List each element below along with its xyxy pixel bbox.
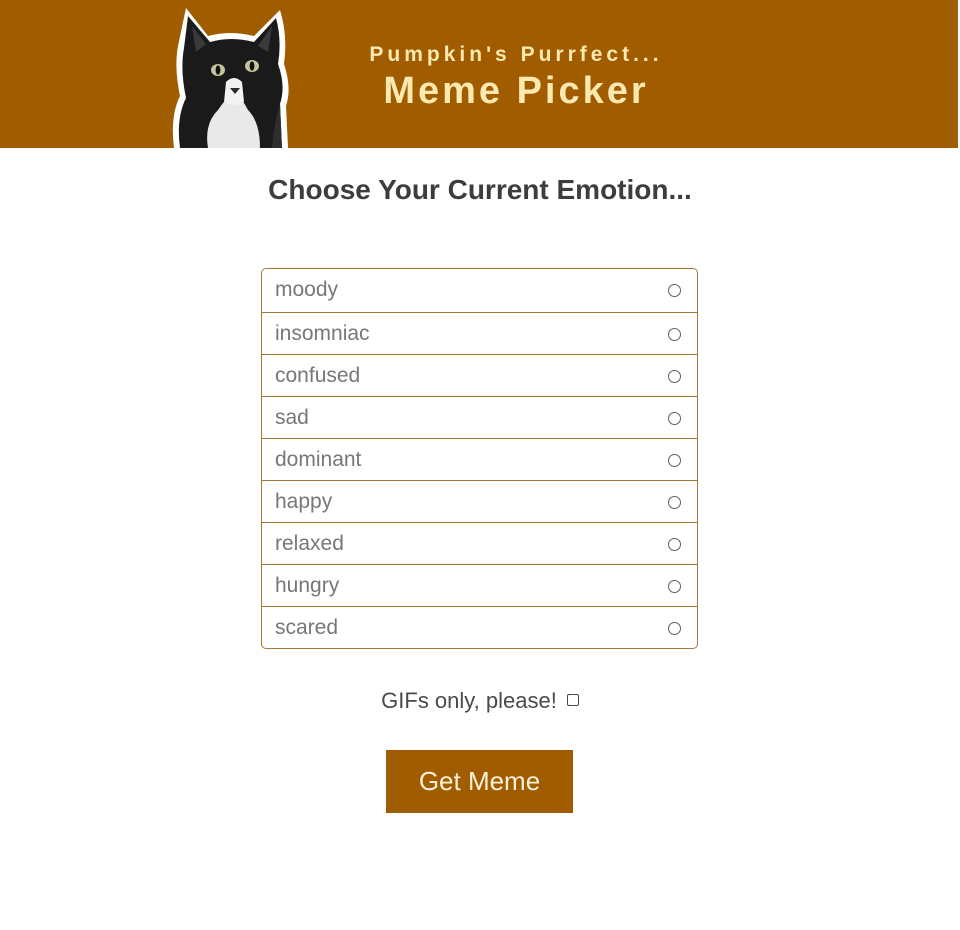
radio-button[interactable]	[668, 496, 681, 509]
radio-button[interactable]	[668, 328, 681, 341]
radio-button[interactable]	[668, 580, 681, 593]
gifs-only-label[interactable]: GIFs only, please!	[381, 688, 557, 713]
gifs-only-checkbox[interactable]	[566, 694, 579, 706]
radio-button[interactable]	[668, 622, 681, 635]
radio-button[interactable]	[668, 538, 681, 551]
emotion-option-insomniac[interactable]: insomniac	[262, 312, 697, 354]
radio-button[interactable]	[668, 412, 681, 425]
header-subtitle: Pumpkin's Purrfect...	[369, 43, 663, 66]
app-header: Pumpkin's Purrfect... Meme Picker	[0, 0, 958, 148]
header-title: Meme Picker	[383, 70, 649, 112]
emotion-option-happy[interactable]: happy	[262, 480, 697, 522]
emotion-label: scared	[275, 616, 339, 639]
emotion-option-scared[interactable]: scared	[262, 606, 697, 648]
emotion-label: confused	[275, 364, 361, 387]
emotion-label: hungry	[275, 574, 340, 597]
radio-button[interactable]	[668, 284, 681, 297]
emotion-label: sad	[275, 406, 309, 429]
emotion-option-relaxed[interactable]: relaxed	[262, 522, 697, 564]
emotion-option-dominant[interactable]: dominant	[262, 438, 697, 480]
radio-button[interactable]	[668, 454, 681, 467]
emotion-label: dominant	[275, 448, 362, 471]
emotion-radio-list: moody insomniac confused sad dominant ha…	[261, 268, 698, 649]
header-title-block: Pumpkin's Purrfect... Meme Picker	[300, 40, 732, 112]
cat-logo-icon	[172, 8, 289, 148]
get-meme-button[interactable]: Get Meme	[386, 750, 573, 813]
gifs-only-row: GIFs only, please!	[0, 686, 960, 716]
radio-button[interactable]	[668, 370, 681, 383]
emotion-label: relaxed	[275, 532, 344, 555]
emotion-option-sad[interactable]: sad	[262, 396, 697, 438]
emotion-question-heading: Choose Your Current Emotion...	[268, 174, 692, 205]
emotion-option-hungry[interactable]: hungry	[262, 564, 697, 606]
emotion-label: happy	[275, 490, 333, 513]
emotion-option-moody[interactable]: moody	[262, 269, 697, 312]
emotion-option-confused[interactable]: confused	[262, 354, 697, 396]
emotion-label: insomniac	[275, 322, 370, 345]
emotion-label: moody	[275, 278, 339, 301]
